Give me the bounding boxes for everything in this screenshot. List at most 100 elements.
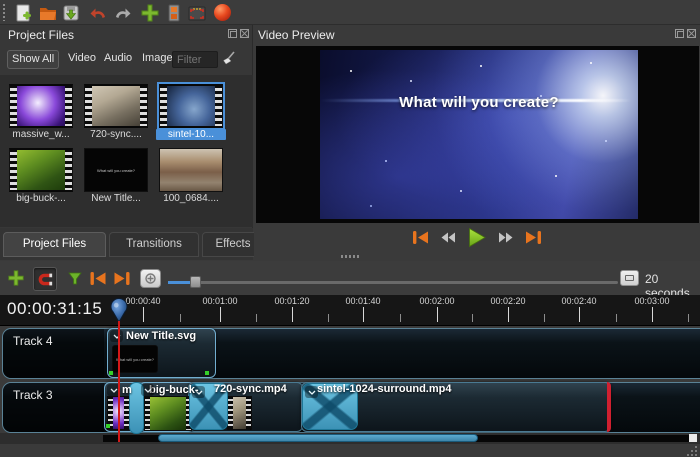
file-thumbnail: [9, 148, 73, 192]
rewind-button[interactable]: [440, 231, 456, 249]
clip-label: big-buck-: [149, 384, 199, 396]
main-toolbar: [0, 0, 700, 25]
video-area: What will you create?: [256, 46, 699, 223]
import-files-icon[interactable]: [139, 2, 160, 23]
files-grid: massive_w... 720-sync.... sintel-10... b…: [0, 75, 253, 227]
left-panel-tabs: Project Files Transitions Effects: [0, 228, 253, 260]
ruler-timestamp: 00:01:40: [345, 296, 380, 306]
tab-transitions[interactable]: Transitions: [109, 232, 199, 257]
status-bar: [0, 444, 700, 457]
zoom-slider-handle[interactable]: [190, 276, 201, 288]
file-item-bigbuck[interactable]: big-buck-...: [6, 148, 76, 204]
filter-show-all-button[interactable]: Show All: [7, 50, 59, 69]
zoom-fit-button[interactable]: [620, 270, 639, 286]
effect-dot: [109, 371, 113, 375]
undo-icon[interactable]: [88, 2, 109, 23]
clip-label-720: 720-sync.mp4: [214, 383, 287, 395]
add-marker-icon[interactable]: [68, 272, 82, 285]
clip-menu-chevron-icon[interactable]: [110, 330, 123, 342]
ruler-timestamp: 00:02:20: [490, 296, 525, 306]
track-3-label: Track 3: [13, 388, 53, 402]
title-thumb-text: What will you create?: [116, 357, 154, 362]
tab-project-files[interactable]: Project Files: [3, 232, 106, 257]
timeline-scrollbar: [0, 433, 700, 444]
title-thumb-text: What will you create?: [97, 168, 135, 173]
filter-video-button[interactable]: Video: [64, 50, 100, 69]
file-name: New Title...: [81, 193, 151, 204]
file-name: sintel-10...: [156, 129, 226, 140]
file-item-newtitle[interactable]: What will you create? New Title...: [81, 148, 151, 204]
file-name: massive_w...: [6, 129, 76, 140]
fast-forward-button[interactable]: [498, 231, 514, 249]
filter-audio-button[interactable]: Audio: [100, 50, 136, 69]
zoom-slider-track[interactable]: [168, 281, 618, 284]
jump-to-start-button[interactable]: [412, 230, 429, 250]
choose-profile-icon[interactable]: [163, 2, 184, 23]
resize-grip-icon[interactable]: [685, 445, 698, 457]
playback-controls: [254, 227, 700, 253]
playhead-marker[interactable]: [108, 298, 130, 330]
clip-thumbnail: [227, 396, 252, 430]
snapping-toggle-button[interactable]: [33, 267, 57, 291]
effect-dot: [205, 371, 209, 375]
openshot-window: Project Files Show All Video Audio Image…: [0, 0, 700, 457]
project-files-title: Project Files: [8, 28, 74, 42]
file-thumbnail: [159, 148, 223, 192]
timeline-ruler[interactable]: 00:00:40 00:01:00 00:01:20 00:01:40 00:0…: [0, 295, 700, 326]
clip-menu-chevron-icon[interactable]: [141, 384, 154, 396]
close-panel-icon[interactable]: [687, 29, 696, 38]
file-name: big-buck-...: [6, 193, 76, 204]
save-project-icon[interactable]: [60, 2, 81, 23]
file-item-100-0684[interactable]: 100_0684....: [156, 148, 226, 204]
float-panel-icon[interactable]: [228, 29, 237, 38]
video-frame: What will you create?: [320, 50, 638, 219]
clip-label-sintel: sintel-1024-surround.mp4: [317, 383, 451, 395]
ruler-timestamp: 00:01:20: [274, 296, 309, 306]
clip-label: m: [122, 384, 132, 396]
pane-splitter-handle[interactable]: [341, 255, 361, 258]
file-name: 720-sync....: [81, 129, 151, 140]
center-on-playhead-button[interactable]: [140, 269, 161, 288]
ruler-timestamp: 00:03:00: [634, 296, 669, 306]
redo-icon[interactable]: [111, 2, 132, 23]
playhead-line: [118, 321, 120, 442]
play-button[interactable]: [467, 227, 487, 253]
close-panel-icon[interactable]: [240, 29, 249, 38]
ruler-timestamp: 00:01:00: [202, 296, 237, 306]
scrollbar-end-cap: [689, 434, 697, 442]
file-item-sintel[interactable]: sintel-10...: [156, 84, 226, 140]
fullscreen-icon[interactable]: [186, 2, 207, 23]
clip-big-buck[interactable]: big-buck-: [139, 382, 195, 432]
ruler-timestamp: 00:00:40: [125, 296, 160, 306]
file-item-720sync[interactable]: 720-sync....: [81, 84, 151, 140]
scrollbar-thumb[interactable]: [158, 434, 478, 442]
file-thumbnail: [159, 84, 223, 128]
filter-row: Show All Video Audio Image: [0, 47, 253, 73]
current-time-display: 00:00:31:15: [7, 299, 102, 319]
open-project-icon[interactable]: [37, 2, 58, 23]
stars-decoration: [350, 70, 352, 72]
project-files-panel: Project Files Show All Video Audio Image…: [0, 25, 253, 260]
file-thumbnail: [84, 84, 148, 128]
export-video-icon[interactable]: [212, 2, 233, 23]
new-project-icon[interactable]: [12, 2, 33, 23]
file-thumbnail: [9, 84, 73, 128]
project-files-header: Project Files: [0, 25, 253, 45]
jump-to-end-button[interactable]: [525, 230, 542, 250]
file-item-massive[interactable]: massive_w...: [6, 84, 76, 140]
add-track-icon[interactable]: [7, 269, 25, 287]
filter-input[interactable]: [172, 51, 218, 68]
next-marker-icon[interactable]: [113, 271, 131, 286]
previous-marker-icon[interactable]: [89, 271, 107, 286]
clip-trim-red-edge: [607, 382, 611, 432]
clip-thumbnail: [144, 396, 192, 431]
clear-filter-broom-icon[interactable]: [221, 51, 237, 70]
clip-new-title[interactable]: New Title.svg What will you create?: [107, 328, 216, 378]
float-panel-icon[interactable]: [675, 29, 684, 38]
toolbar-drag-handle[interactable]: [3, 4, 5, 21]
file-name: 100_0684....: [156, 193, 226, 204]
effect-dot: [106, 424, 110, 428]
video-preview-title: Video Preview: [258, 28, 335, 42]
video-preview-header: Video Preview: [254, 25, 700, 45]
filter-image-button[interactable]: Image: [138, 50, 177, 69]
